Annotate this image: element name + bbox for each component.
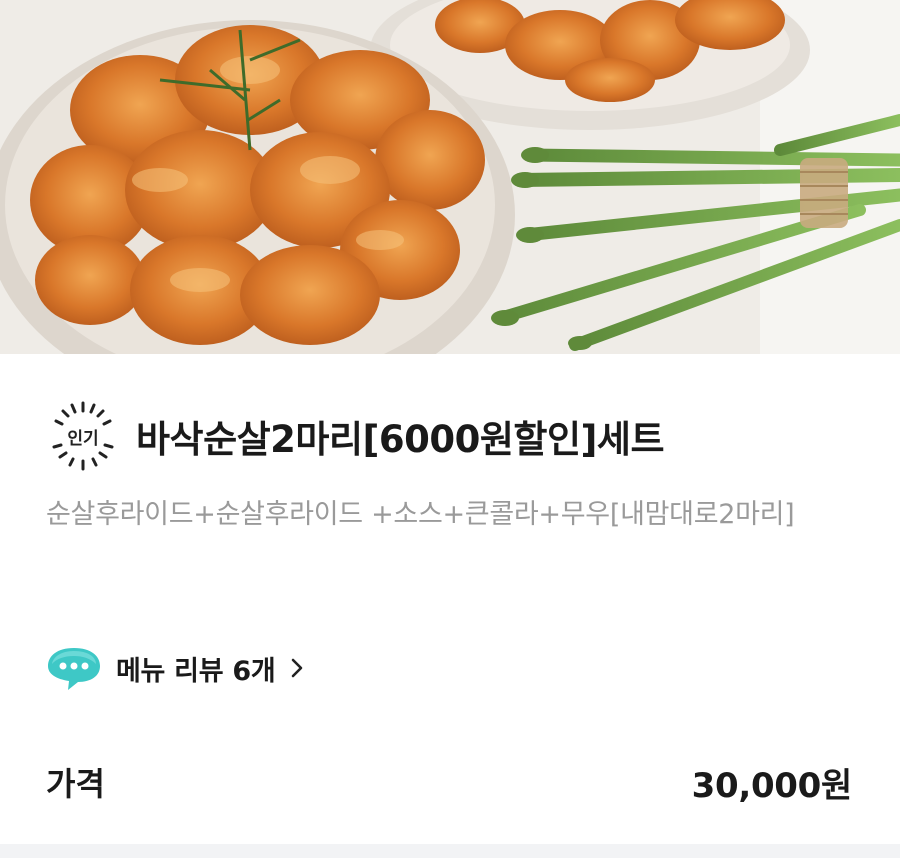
section-divider: [0, 844, 900, 858]
menu-title: 바삭순살2마리[6000원할인]세트: [136, 418, 664, 461]
popular-badge-label: 인기: [67, 428, 99, 449]
menu-title-row: 인기 바삭순살2마리[6000원할인]세트: [46, 396, 664, 476]
menu-review-link[interactable]: 메뉴 리뷰 6개: [46, 644, 305, 692]
popular-badge: 인기: [46, 399, 120, 473]
price-label: 가격: [46, 765, 105, 803]
price-row: 가격 30,000원: [46, 752, 852, 812]
menu-photo: [0, 0, 900, 354]
chevron-right-icon: [292, 658, 303, 678]
speech-bubble-icon: [48, 648, 100, 690]
menu-description: 순살후라이드+순살후라이드 +소스+큰콜라+무우[내맘대로2마리]: [46, 499, 795, 530]
price-value: 30,000원: [691, 765, 853, 806]
fried-chicken-photo: [0, 0, 900, 354]
menu-review-label: 메뉴 리뷰 6개: [116, 655, 276, 687]
